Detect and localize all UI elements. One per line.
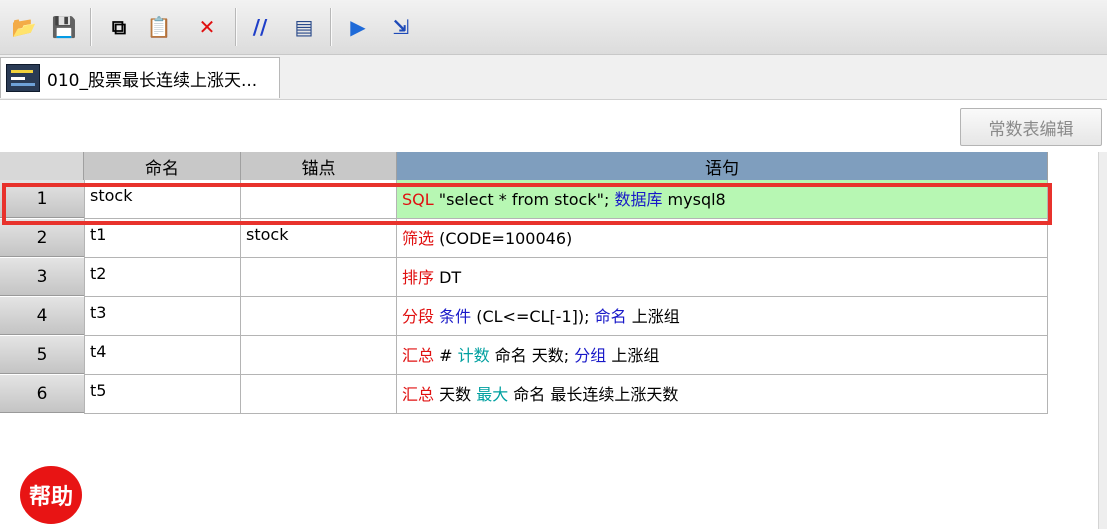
table-row[interactable]: 1 stock SQL "select * from stock"; 数据库 mys… bbox=[0, 180, 1048, 219]
statement-keyword: 命名 bbox=[594, 307, 627, 326]
statement-keyword: 筛选 bbox=[402, 229, 435, 248]
statement-text: mysql8 bbox=[662, 190, 726, 209]
table-row[interactable]: 2 t1 stock 筛选 (CODE=100046) bbox=[0, 219, 1048, 258]
statement-keyword: 条件 bbox=[439, 307, 472, 326]
toolbar-separator bbox=[330, 8, 332, 46]
cell-anchor[interactable] bbox=[241, 297, 397, 336]
row-number[interactable]: 3 bbox=[0, 258, 84, 296]
statement-keyword: 分段 bbox=[402, 307, 435, 326]
toolbar: 📂 💾 ⧉ 📋 ✕ // ▤ ▶ ⇲ bbox=[0, 0, 1107, 55]
row-number[interactable]: 5 bbox=[0, 336, 84, 374]
save-icon[interactable]: 💾 bbox=[50, 13, 78, 41]
vertical-scrollbar[interactable] bbox=[1098, 152, 1107, 529]
statement-keyword: 计数 bbox=[457, 346, 490, 365]
row-number[interactable]: 1 bbox=[0, 180, 84, 218]
grid-corner-header[interactable] bbox=[0, 152, 84, 180]
statement-text: # bbox=[434, 346, 458, 365]
cell-name[interactable]: t5 bbox=[84, 375, 241, 414]
cell-statement[interactable]: SQL "select * from stock"; 数据库 mysql8 bbox=[397, 180, 1048, 219]
cell-statement[interactable]: 汇总 # 计数 命名 天数; 分组 上涨组 bbox=[397, 336, 1048, 375]
row-number[interactable]: 6 bbox=[0, 375, 84, 413]
toolbar-separator bbox=[90, 8, 92, 46]
statement-text: 天数 bbox=[434, 385, 477, 404]
statement-text: "select * from stock"; bbox=[433, 190, 615, 209]
delete-icon[interactable]: ✕ bbox=[193, 13, 221, 41]
toolbar-separator bbox=[235, 8, 237, 46]
table-row[interactable]: 3 t2 排序 DT bbox=[0, 258, 1048, 297]
statement-keyword: 排序 bbox=[402, 268, 435, 287]
script-file-icon bbox=[6, 64, 40, 92]
paste-icon[interactable]: 📋 bbox=[145, 13, 173, 41]
cell-statement[interactable]: 汇总 天数 最大 命名 最长连续上涨天数 bbox=[397, 375, 1048, 414]
column-header-name[interactable]: 命名 bbox=[84, 152, 241, 180]
cell-anchor[interactable] bbox=[241, 375, 397, 414]
statement-text: 命名 最长连续上涨天数 bbox=[508, 385, 679, 404]
cell-statement[interactable]: 筛选 (CODE=100046) bbox=[397, 219, 1048, 258]
cell-name[interactable]: t1 bbox=[84, 219, 241, 258]
table-row[interactable]: 6 t5 汇总 天数 最大 命名 最长连续上涨天数 bbox=[0, 375, 1048, 414]
cell-statement[interactable]: 分段 条件 (CL<=CL[-1]); 命名 上涨组 bbox=[397, 297, 1048, 336]
step-run-icon[interactable]: ⇲ bbox=[387, 13, 415, 41]
grid-icon[interactable]: ▤ bbox=[290, 13, 318, 41]
cell-name[interactable]: stock bbox=[84, 180, 241, 219]
column-header-anchor[interactable]: 锚点 bbox=[241, 152, 397, 180]
comment-icon[interactable]: // bbox=[246, 13, 274, 41]
table-row[interactable]: 4 t3 分段 条件 (CL<=CL[-1]); 命名 上涨组 bbox=[0, 297, 1048, 336]
row-number[interactable]: 4 bbox=[0, 297, 84, 335]
statement-keyword: 分组 bbox=[574, 346, 607, 365]
statement-text: (CODE=100046) bbox=[434, 229, 573, 248]
run-icon[interactable]: ▶ bbox=[344, 13, 372, 41]
cell-anchor[interactable] bbox=[241, 258, 397, 297]
open-icon[interactable]: 📂 bbox=[10, 13, 38, 41]
statement-keyword: SQL bbox=[402, 190, 434, 209]
cell-name[interactable]: t3 bbox=[84, 297, 241, 336]
table-row[interactable]: 5 t4 汇总 # 计数 命名 天数; 分组 上涨组 bbox=[0, 336, 1048, 375]
tab-label: 010_股票最长连续上涨天... bbox=[47, 70, 258, 91]
statement-text: (CL<=CL[-1]); bbox=[471, 307, 595, 326]
statement-text: DT bbox=[434, 268, 462, 287]
column-header-statement[interactable]: 语句 bbox=[397, 152, 1048, 180]
statement-keyword: 汇总 bbox=[402, 346, 435, 365]
help-button[interactable]: 帮助 bbox=[20, 466, 82, 524]
statement-keyword: 汇总 bbox=[402, 385, 435, 404]
cell-name[interactable]: t2 bbox=[84, 258, 241, 297]
cell-anchor[interactable] bbox=[241, 336, 397, 375]
cell-statement[interactable]: 排序 DT bbox=[397, 258, 1048, 297]
statement-text: 上涨组 bbox=[606, 346, 660, 365]
cell-anchor[interactable] bbox=[241, 180, 397, 219]
statement-text: 上涨组 bbox=[626, 307, 680, 326]
cell-anchor[interactable]: stock bbox=[241, 219, 397, 258]
row-number[interactable]: 2 bbox=[0, 219, 84, 257]
statement-text: 命名 天数; bbox=[489, 346, 575, 365]
statement-keyword: 最大 bbox=[476, 385, 509, 404]
tab-bar: 010_股票最长连续上涨天... bbox=[0, 55, 1107, 100]
copy-icon[interactable]: ⧉ bbox=[105, 13, 133, 41]
tab-script[interactable]: 010_股票最长连续上涨天... bbox=[0, 57, 280, 98]
statement-keyword: 数据库 bbox=[614, 190, 663, 209]
constant-table-edit-button[interactable]: 常数表编辑 bbox=[960, 108, 1102, 146]
cell-name[interactable]: t4 bbox=[84, 336, 241, 375]
